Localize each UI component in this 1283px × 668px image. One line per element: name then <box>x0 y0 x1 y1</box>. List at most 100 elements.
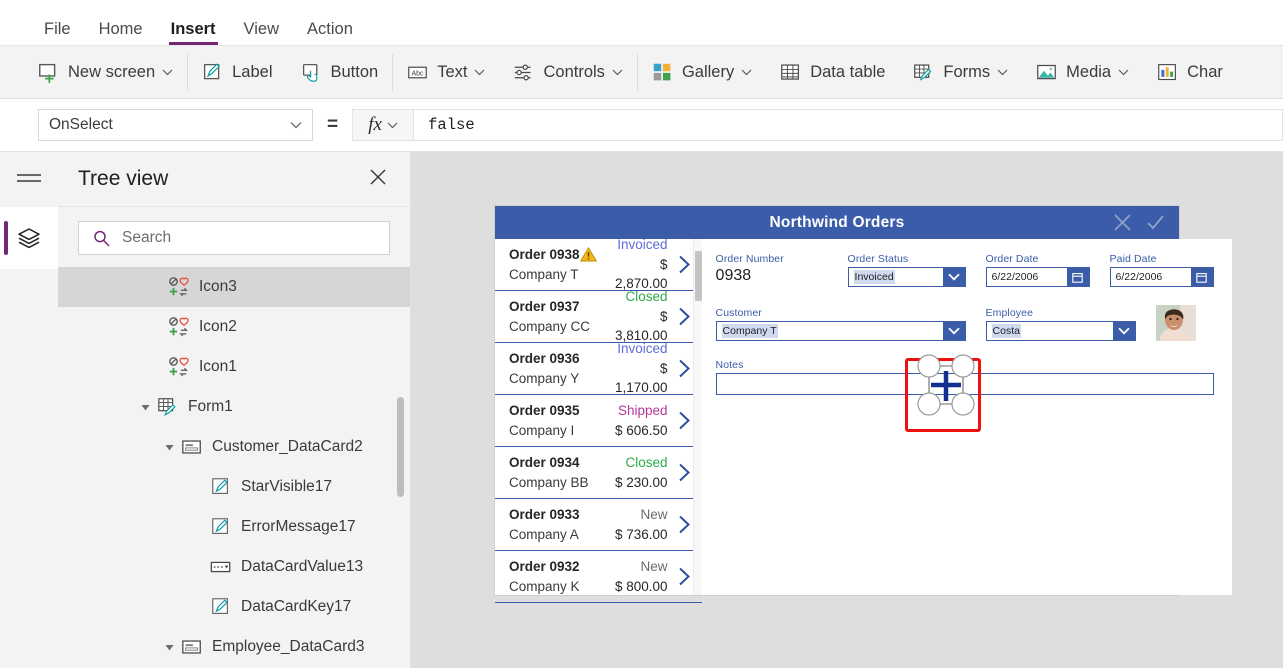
ribbon-media-menu[interactable]: Media <box>1022 53 1143 91</box>
tree-scrollbar[interactable] <box>397 397 404 497</box>
field-paid-date: Paid Date 6/22/2006 <box>1109 253 1214 287</box>
orders-gallery[interactable]: Order 0938 Company T Invoiced $ 2,870.00… <box>495 237 702 603</box>
ribbon-text-menu[interactable]: Abc Text <box>393 53 499 91</box>
menu-tab-file[interactable]: File <box>30 20 85 46</box>
cancel-icon[interactable] <box>1113 213 1132 232</box>
gallery-item[interactable]: Order 0933 Company A New $ 736.00 <box>495 499 702 551</box>
search-input[interactable]: Search <box>78 221 390 255</box>
tree-node-label: Icon3 <box>199 278 237 295</box>
gallery-item-left: Order 0934 Company BB <box>509 453 615 492</box>
layers-icon <box>18 228 40 249</box>
dropdown-arrow-button[interactable] <box>942 268 965 286</box>
gallery-item[interactable]: Order 0932 Company K New $ 800.00 <box>495 551 702 603</box>
ribbon-label-button[interactable]: Label <box>188 53 286 91</box>
tree-view-close-button[interactable] <box>364 163 392 196</box>
tree-view-header: Tree view <box>58 152 410 207</box>
tree-node-employee-datacard3[interactable]: Employee_DataCard3 <box>58 627 410 667</box>
ribbon-button-label: Button <box>330 62 379 81</box>
gallery-item[interactable]: Order 0935 Company I Shipped $ 606.50 <box>495 395 702 447</box>
tree-node-datacardkey17[interactable]: DataCardKey17 <box>58 587 410 627</box>
employee-dropdown[interactable]: Costa <box>985 321 1136 341</box>
avatar-image <box>1155 305 1196 341</box>
calendar-button[interactable] <box>1066 268 1089 286</box>
tree-twisty-expanded[interactable] <box>162 643 176 652</box>
gallery-item-left: Order 0936 Company Y <box>509 349 615 388</box>
ribbon-button-button[interactable]: Button <box>287 53 393 91</box>
ribbon-new-screen-button[interactable]: New screen <box>24 53 187 91</box>
ribbon-gallery-menu[interactable]: Gallery <box>638 53 766 91</box>
triangle-down-icon <box>165 644 173 650</box>
formula-input[interactable]: false <box>414 109 1283 141</box>
ribbon-controls-menu[interactable]: Controls <box>499 53 636 91</box>
gallery-item[interactable]: Order 0938 Company T Invoiced $ 2,870.00 <box>495 237 702 291</box>
ribbon-new-screen-label: New screen <box>68 62 156 81</box>
chevron-right-icon <box>679 359 691 378</box>
ribbon-gallery-label: Gallery <box>681 62 735 81</box>
calendar-icon <box>1196 272 1207 283</box>
chevron-right-icon <box>679 255 691 274</box>
tree-node-form1[interactable]: Form1 <box>58 387 410 427</box>
ribbon-forms-menu[interactable]: Forms <box>899 53 1022 91</box>
property-dropdown-value: OnSelect <box>49 116 113 133</box>
chevron-down-icon <box>612 69 623 75</box>
chevron-right-icon <box>679 307 691 326</box>
left-icon-rail <box>0 152 58 668</box>
tree-node-label: ErrorMessage17 <box>241 518 356 535</box>
tree-node-label: Form1 <box>188 398 233 415</box>
menu-tab-view[interactable]: View <box>230 20 293 46</box>
tree-node-label: Employee_DataCard3 <box>212 638 365 655</box>
field-order-number: Order Number 0938 <box>716 253 828 287</box>
tree-node-errormessage17[interactable]: ErrorMessage17 <box>58 507 410 547</box>
tree-node-icon3[interactable]: Icon3 <box>58 267 410 307</box>
tree-twisty-expanded[interactable] <box>162 443 176 452</box>
gallery-scrollbar[interactable] <box>692 239 702 595</box>
field-employee: Employee Costa <box>985 307 1136 341</box>
tree-node-customer-datacard2[interactable]: Customer_DataCard2 <box>58 427 410 467</box>
gallery-item[interactable]: Order 0937 Company CC Closed $ 3,810.00 <box>495 289 702 343</box>
menu-tab-action[interactable]: Action <box>293 20 367 46</box>
customer-dropdown[interactable]: Company T <box>715 321 966 341</box>
tree-view-rail-button[interactable] <box>0 207 58 269</box>
dropdown-arrow-button[interactable] <box>1112 322 1135 340</box>
gallery-item[interactable]: Order 0936 Company Y Invoiced $ 1,170.00 <box>495 341 702 395</box>
fx-dropdown-button[interactable]: fx <box>352 109 415 141</box>
gallery-item-left: Order 0938 Company T <box>509 245 615 284</box>
close-icon <box>370 168 386 185</box>
order-number-label: Order Number <box>715 253 784 265</box>
tree-twisty-expanded[interactable] <box>138 403 152 412</box>
ribbon-charts-menu[interactable]: Char <box>1143 53 1237 91</box>
search-input-placeholder: Search <box>122 229 172 246</box>
gallery-item-right: Invoiced $ 1,170.00 <box>615 339 672 398</box>
gallery-item[interactable]: Order 0934 Company BB Closed $ 230.00 <box>495 447 702 499</box>
notes-input[interactable] <box>715 373 1214 395</box>
gallery-item-left: Order 0933 Company A <box>509 505 615 544</box>
chevron-down-icon <box>947 273 960 281</box>
hamburger-menu-button[interactable] <box>0 152 58 207</box>
ribbon-data-table-button[interactable]: Data table <box>766 53 899 91</box>
tree-node-icon2[interactable]: Icon2 <box>58 307 410 347</box>
gallery-item-company: Company A <box>509 526 579 542</box>
controls-icon <box>515 64 531 80</box>
tree-node-starvisible17[interactable]: StarVisible17 <box>58 467 410 507</box>
confirm-icon[interactable] <box>1146 213 1165 232</box>
tree-node-label: DataCardKey17 <box>241 598 352 615</box>
app-canvas[interactable]: Northwind Orders Order 0938 Company T In… <box>411 152 1283 668</box>
menu-tab-insert[interactable]: Insert <box>157 20 230 46</box>
tree-node-datacardvalue13[interactable]: DataCardValue13 <box>58 547 410 587</box>
tree-node-icon1[interactable]: Icon1 <box>58 347 410 387</box>
paid-date-input[interactable]: 6/22/2006 <box>1109 267 1214 287</box>
gallery-item-order: Order 0936 <box>509 350 580 366</box>
menu-tab-home[interactable]: Home <box>85 20 157 46</box>
order-status-dropdown[interactable]: Invoiced <box>847 267 966 287</box>
calendar-button[interactable] <box>1190 268 1213 286</box>
charts-icon <box>1158 63 1177 80</box>
ribbon-charts-label: Char <box>1187 62 1223 81</box>
gallery-item-left: Order 0932 Company K <box>509 557 615 596</box>
gallery-item-status: New <box>640 506 668 522</box>
property-dropdown[interactable]: OnSelect <box>38 109 313 141</box>
tree-node-label: DataCardValue13 <box>241 558 364 575</box>
order-date-input[interactable]: 6/22/2006 <box>985 267 1090 287</box>
dropdown-arrow-button[interactable] <box>942 322 965 340</box>
gallery-scrollbar-thumb[interactable] <box>694 251 702 301</box>
field-customer: Customer Company T <box>715 307 966 341</box>
